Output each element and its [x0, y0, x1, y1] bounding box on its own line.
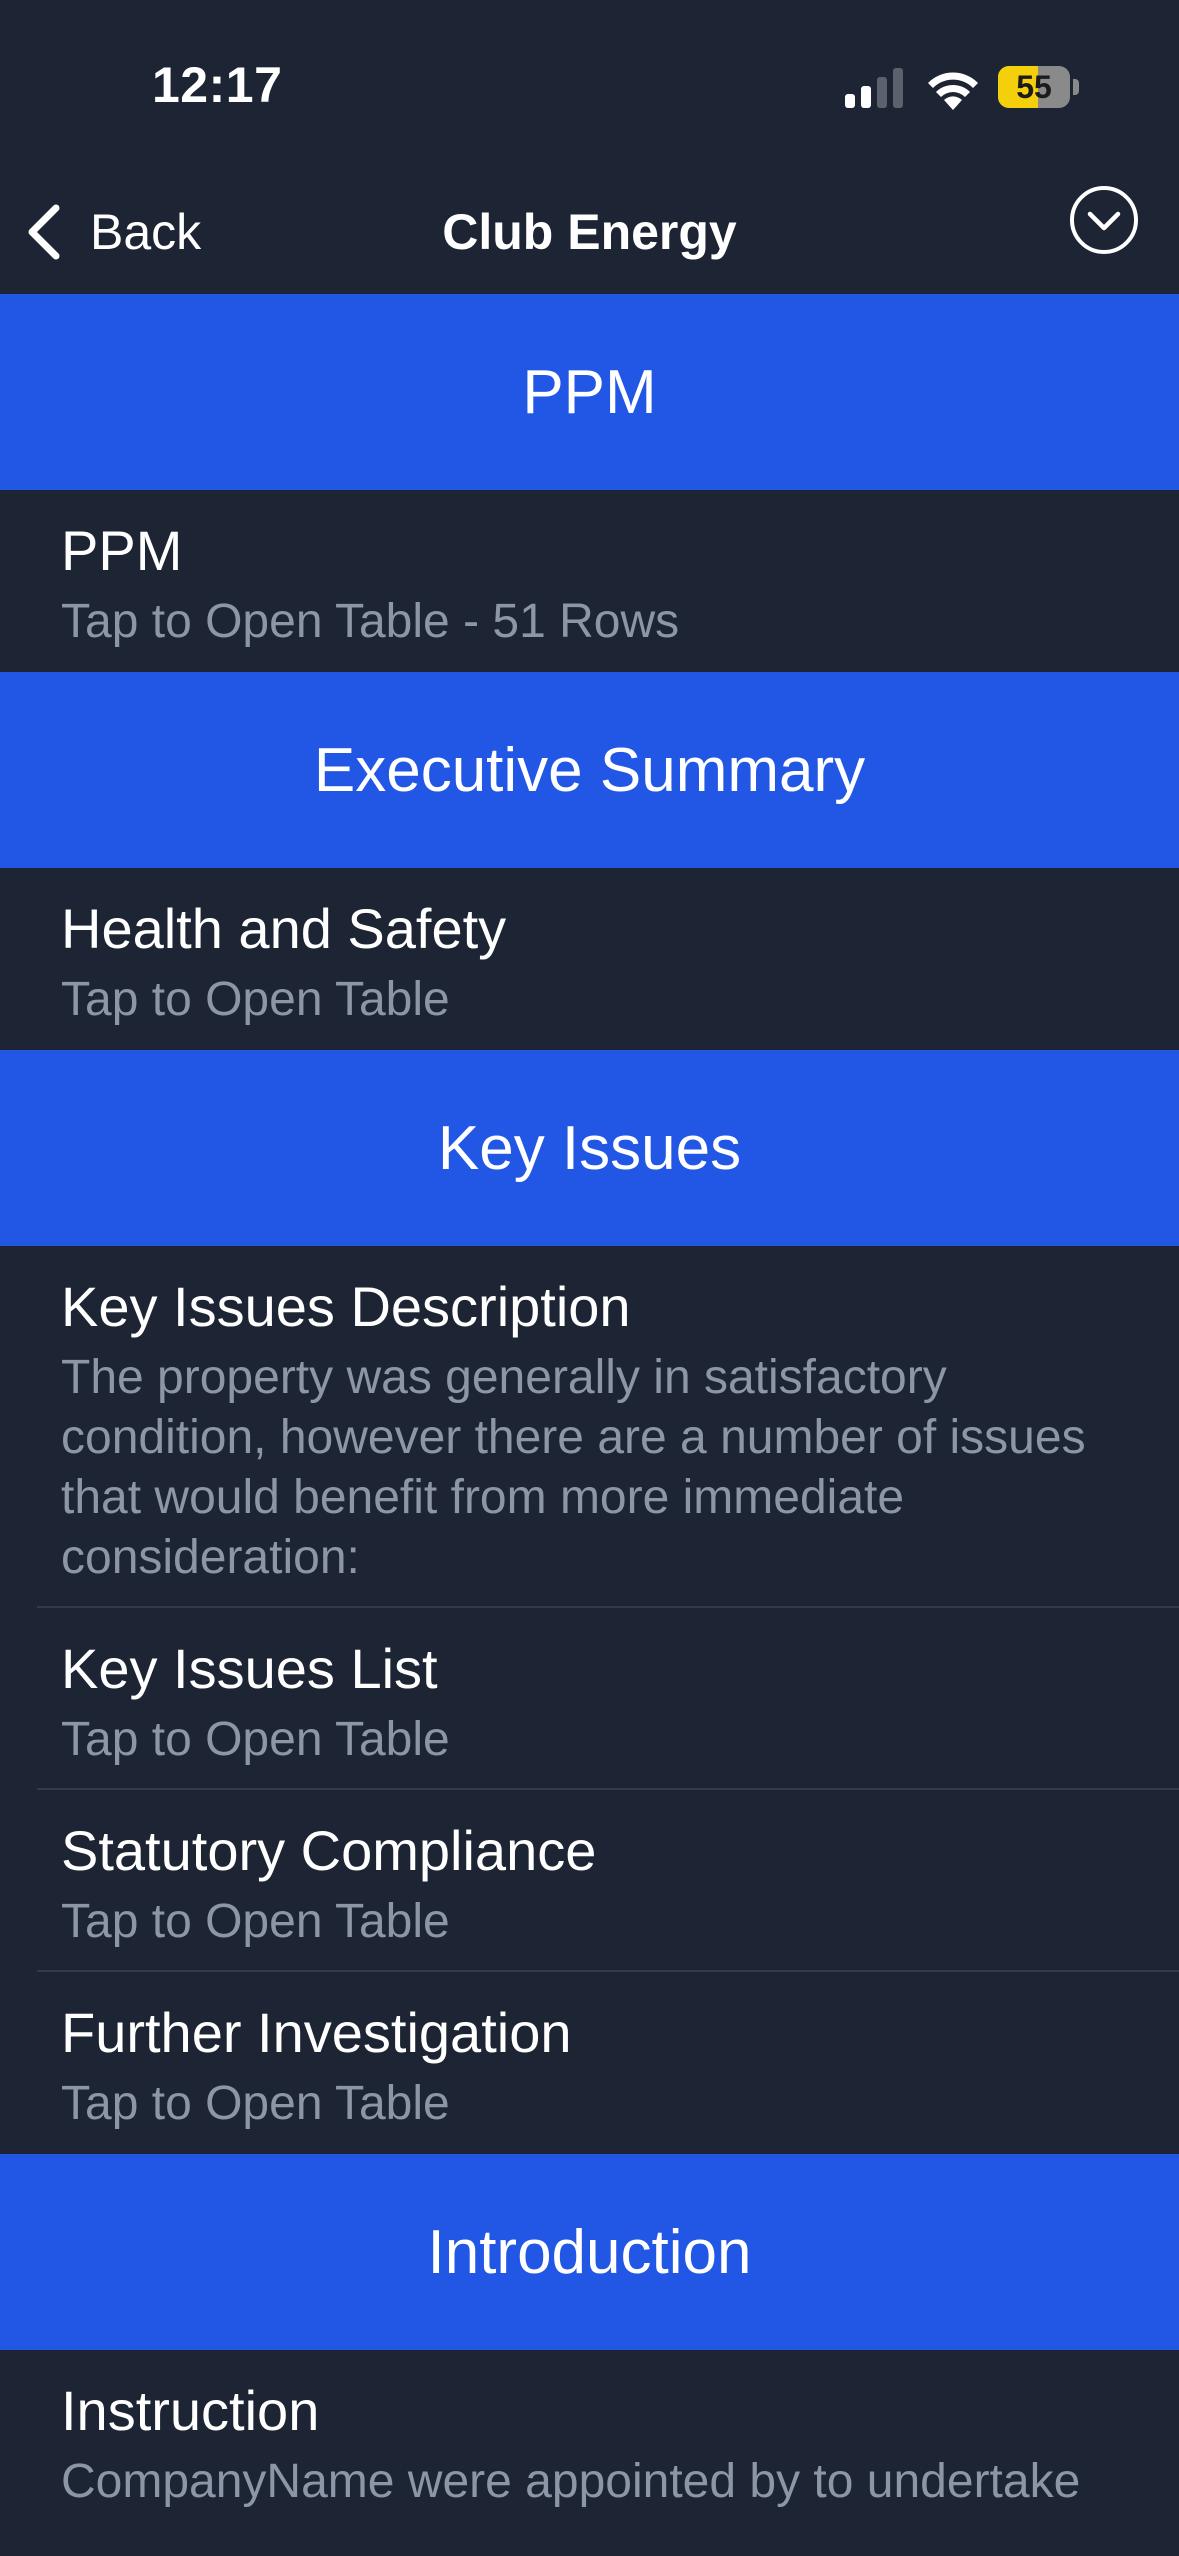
cellular-signal-icon: [845, 68, 903, 108]
list-item-title: PPM: [61, 519, 183, 582]
report-list: PPM PPM Tap to Open Table - 51 Rows Exec…: [0, 294, 1179, 2532]
list-item-title: Further Investigation: [61, 2001, 572, 2064]
list-item-title: Key Issues List: [61, 1637, 438, 1700]
list-item-subtitle: CompanyName were appointed by to underta…: [61, 2455, 1081, 2508]
section-header-ppm: PPM: [0, 294, 1179, 490]
list-item-subtitle: The property was generally in satisfacto…: [61, 1351, 1086, 1584]
chevron-down-circle-icon[interactable]: [1068, 184, 1140, 256]
list-item-title: Statutory Compliance: [61, 1819, 597, 1882]
list-item-subtitle: Tap to Open Table - 51 Rows: [61, 595, 680, 648]
list-item-key-issues-list[interactable]: Key Issues List Tap to Open Table: [0, 1608, 1179, 1790]
status-bar: 12:17 55: [0, 0, 1179, 170]
navigation-bar: Back Club Energy: [0, 170, 1179, 294]
list-item-subtitle: Tap to Open Table: [61, 1895, 450, 1948]
list-item-title: Key Issues Description: [61, 1275, 631, 1338]
wifi-icon: [928, 72, 978, 110]
page-title: Club Energy: [442, 204, 737, 260]
list-item-statutory-compliance[interactable]: Statutory Compliance Tap to Open Table: [0, 1790, 1179, 1972]
list-item-key-issues-description[interactable]: Key Issues Description The property was …: [0, 1246, 1179, 1608]
battery-percent: 55: [1016, 69, 1052, 105]
list-item-subtitle: Tap to Open Table: [61, 973, 450, 1026]
list-item-health-and-safety[interactable]: Health and Safety Tap to Open Table: [0, 868, 1179, 1050]
list-item-subtitle: Tap to Open Table: [61, 1713, 450, 1766]
list-item-further-investigation[interactable]: Further Investigation Tap to Open Table: [0, 1972, 1179, 2154]
section-header-key-issues: Key Issues: [0, 1050, 1179, 1246]
battery-icon: 55: [998, 66, 1080, 108]
section-header-executive-summary: Executive Summary: [0, 672, 1179, 868]
status-time: 12:17: [152, 57, 283, 113]
list-item-title: Health and Safety: [61, 897, 507, 960]
list-item-title: Instruction: [61, 2379, 320, 2442]
list-item-subtitle: Tap to Open Table: [61, 2077, 450, 2130]
list-item-instruction[interactable]: Instruction CompanyName were appointed b…: [0, 2350, 1179, 2532]
section-header-introduction: Introduction: [0, 2154, 1179, 2350]
list-item-ppm[interactable]: PPM Tap to Open Table - 51 Rows: [0, 490, 1179, 672]
